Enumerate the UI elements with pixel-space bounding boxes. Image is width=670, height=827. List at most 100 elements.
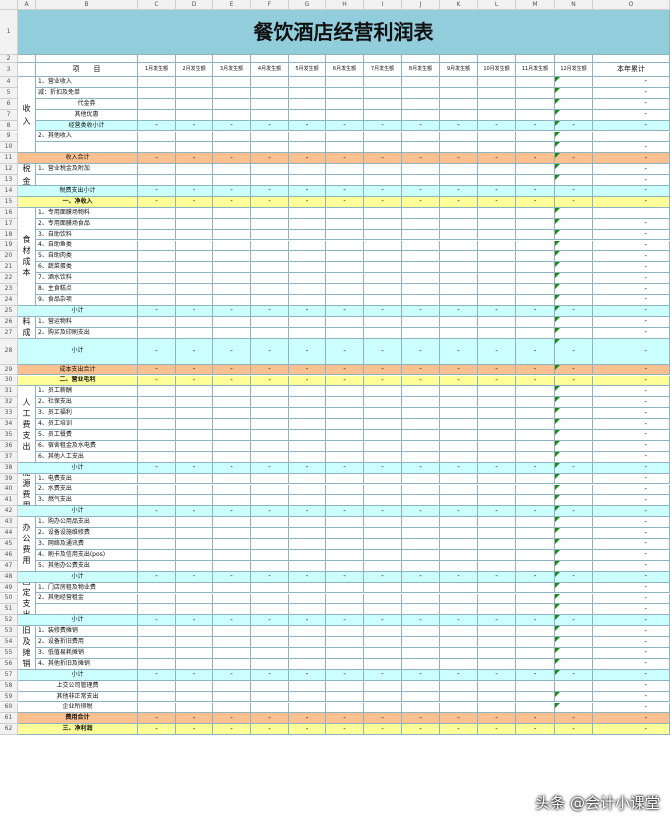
empty-cell[interactable] [478, 549, 516, 561]
row-number[interactable]: 2 [0, 55, 18, 63]
empty-cell[interactable] [213, 517, 251, 529]
row-number[interactable]: 21 [0, 262, 18, 274]
empty-cell[interactable] [478, 473, 516, 485]
month-value[interactable]: - [326, 120, 364, 132]
column-header[interactable]: F [251, 0, 289, 10]
month-value[interactable]: - [251, 120, 289, 132]
month-value[interactable]: - [516, 615, 555, 627]
empty-cell[interactable] [326, 408, 364, 420]
row-number[interactable]: 44 [0, 528, 18, 539]
empty-cell[interactable] [251, 87, 289, 99]
month-value[interactable]: - [364, 120, 402, 132]
total-value[interactable]: - [593, 604, 670, 616]
row-number[interactable]: 51 [0, 604, 18, 616]
month-value[interactable]: - [213, 196, 251, 208]
empty-cell[interactable] [326, 284, 364, 295]
row-number[interactable]: 32 [0, 397, 18, 409]
empty-cell[interactable] [402, 419, 440, 430]
empty-cell[interactable] [251, 440, 289, 452]
empty-cell[interactable] [213, 658, 251, 670]
row-number[interactable]: 23 [0, 284, 18, 295]
row-number[interactable]: 48 [0, 571, 18, 583]
empty-cell[interactable] [478, 539, 516, 550]
month-value[interactable]: - [478, 196, 516, 208]
month-value[interactable]: - [402, 120, 440, 132]
empty-cell[interactable] [478, 495, 516, 507]
month-value[interactable]: - [478, 571, 516, 583]
month-value[interactable]: - [440, 364, 478, 376]
month-value[interactable]: - [213, 120, 251, 132]
month-value[interactable]: - [289, 506, 326, 518]
month-value[interactable]: - [326, 571, 364, 583]
month-value[interactable]: - [289, 724, 326, 736]
empty-cell[interactable] [326, 386, 364, 398]
month-value[interactable]: - [478, 669, 516, 681]
total-value[interactable]: - [593, 669, 670, 681]
month-value[interactable]: - [478, 724, 516, 736]
empty-cell[interactable] [176, 164, 213, 176]
empty-cell[interactable] [402, 109, 440, 121]
month-value[interactable]: - [176, 153, 213, 165]
row-number[interactable]: 30 [0, 375, 18, 387]
total-value[interactable]: - [593, 539, 670, 550]
empty-cell[interactable] [251, 229, 289, 241]
empty-cell[interactable] [326, 680, 364, 692]
empty-cell[interactable] [326, 316, 364, 328]
empty-cell[interactable] [555, 702, 593, 714]
empty-cell[interactable] [326, 549, 364, 561]
empty-cell[interactable] [402, 593, 440, 605]
month-value[interactable]: - [251, 713, 289, 725]
empty-cell[interactable] [326, 131, 364, 143]
month-value[interactable]: - [326, 305, 364, 317]
empty-cell[interactable] [516, 528, 555, 539]
empty-cell[interactable] [289, 440, 326, 452]
empty-cell[interactable] [138, 240, 176, 252]
empty-cell[interactable] [516, 419, 555, 430]
empty-cell[interactable] [364, 691, 402, 703]
empty-cell[interactable] [213, 593, 251, 605]
empty-cell[interactable] [364, 680, 402, 692]
month-value[interactable]: - [251, 571, 289, 583]
empty-cell[interactable] [478, 517, 516, 529]
empty-cell[interactable] [555, 77, 593, 88]
empty-cell[interactable] [402, 131, 440, 143]
empty-cell[interactable] [440, 430, 478, 441]
empty-cell[interactable] [289, 397, 326, 409]
month-value[interactable]: - [555, 196, 593, 208]
empty-cell[interactable] [213, 77, 251, 88]
empty-cell[interactable] [213, 484, 251, 496]
row-number[interactable]: 35 [0, 430, 18, 441]
empty-cell[interactable] [138, 87, 176, 99]
total-value[interactable]: - [593, 506, 670, 518]
empty-cell[interactable] [516, 229, 555, 241]
empty-cell[interactable] [213, 316, 251, 328]
empty-cell[interactable] [516, 637, 555, 648]
empty-cell[interactable] [478, 582, 516, 594]
empty-cell[interactable] [251, 604, 289, 616]
month-value[interactable]: - [478, 186, 516, 197]
empty-cell[interactable] [289, 55, 326, 63]
empty-cell[interactable] [213, 604, 251, 616]
total-value[interactable]: - [593, 327, 670, 339]
empty-cell[interactable] [478, 131, 516, 143]
total-value[interactable]: - [593, 397, 670, 409]
empty-cell[interactable] [213, 262, 251, 274]
empty-cell[interactable] [555, 295, 593, 306]
month-value[interactable]: - [440, 338, 478, 365]
month-value[interactable]: - [176, 462, 213, 474]
empty-cell[interactable] [289, 648, 326, 659]
empty-cell[interactable] [555, 55, 593, 63]
month-value[interactable]: - [213, 305, 251, 317]
empty-cell[interactable] [251, 637, 289, 648]
empty-cell[interactable] [326, 109, 364, 121]
month-value[interactable]: - [440, 724, 478, 736]
empty-cell[interactable] [138, 560, 176, 572]
empty-cell[interactable] [364, 549, 402, 561]
empty-cell[interactable] [364, 164, 402, 176]
empty-cell[interactable] [478, 295, 516, 306]
empty-cell[interactable] [289, 593, 326, 605]
empty-cell[interactable] [478, 451, 516, 463]
total-value[interactable]: - [593, 305, 670, 317]
empty-cell[interactable] [176, 87, 213, 99]
empty-cell[interactable] [478, 397, 516, 409]
